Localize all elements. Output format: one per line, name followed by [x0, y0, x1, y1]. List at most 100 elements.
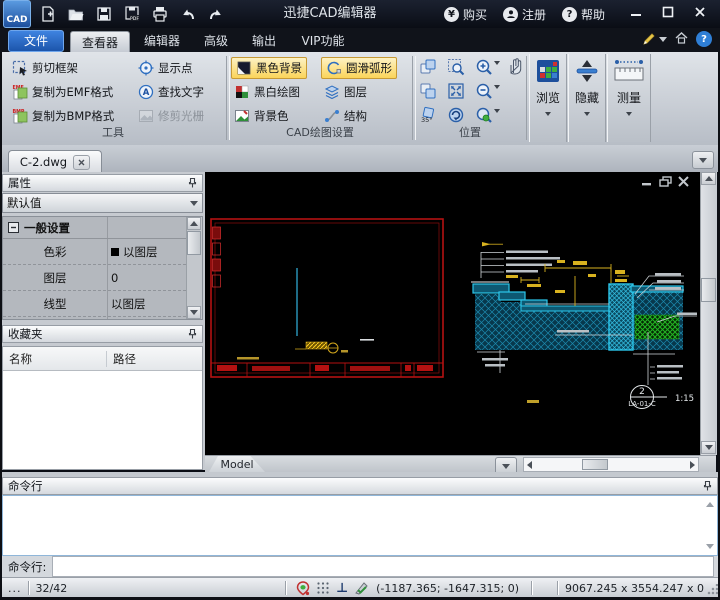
copy-bmp-button[interactable]: BMP 复制为BMP格式 [12, 106, 114, 126]
fit-to-screen-icon[interactable] [447, 82, 465, 100]
layers-button[interactable]: 图层 [324, 82, 367, 102]
structure-button[interactable]: 结构 [324, 106, 367, 126]
tree-section-row[interactable]: 一般设置 [3, 217, 191, 239]
copy-view-icon[interactable] [419, 58, 437, 76]
show-points-button[interactable]: 显示点 [138, 58, 193, 78]
zoom-out-icon[interactable] [475, 82, 493, 100]
browse-button[interactable]: 浏览 [529, 54, 567, 142]
zoom-extents-dropdown[interactable] [494, 113, 500, 127]
scroll-right-button[interactable] [690, 461, 695, 469]
doc-close-button[interactable] [677, 176, 690, 187]
close-tab-icon[interactable] [73, 155, 90, 170]
quick-edit-icon[interactable] [641, 31, 667, 47]
scroll-down-button[interactable] [187, 306, 201, 319]
open-file-icon[interactable] [64, 3, 88, 25]
previous-view-icon[interactable] [447, 106, 465, 124]
file-menu-button[interactable]: 文件 [8, 30, 64, 52]
cut-frame-button[interactable]: 剪切框架 [12, 58, 78, 78]
smooth-arc-toggle[interactable]: 圆滑弧形 [321, 57, 397, 79]
tab-viewer[interactable]: 查看器 [70, 31, 130, 53]
help-button[interactable]: ? 帮助 [562, 6, 605, 23]
commandline-prompt-row: 命令行: [2, 556, 718, 577]
document-tab[interactable]: C-2.dwg [8, 150, 102, 173]
scroll-down-button[interactable] [706, 544, 714, 549]
tab-output[interactable]: 输出 [244, 30, 284, 52]
tab-advanced[interactable]: 高级 [196, 30, 236, 52]
scroll-up-button[interactable] [701, 172, 716, 185]
undo-icon[interactable] [176, 3, 200, 25]
pin-icon[interactable] [188, 329, 197, 339]
zoom-window-icon[interactable] [447, 58, 465, 76]
copy-emf-button[interactable]: EMF 复制为EMF格式 [12, 82, 113, 102]
user-icon [503, 7, 518, 22]
zoom-in-icon[interactable] [475, 58, 493, 76]
property-row-layer[interactable]: 图层 0 [3, 265, 186, 291]
buy-button[interactable]: ¥ 购买 [444, 6, 487, 23]
sheet-counter: 32/42 [36, 582, 68, 595]
scroll-up-button[interactable] [187, 217, 201, 230]
preset-select[interactable]: 默认值 [2, 193, 203, 213]
paste-view-icon[interactable] [419, 82, 437, 100]
save-as-pdf-icon[interactable]: PDF [120, 3, 144, 25]
zoom-in-dropdown[interactable] [494, 65, 500, 79]
pan-icon[interactable] [506, 57, 524, 75]
register-button[interactable]: 注册 [503, 6, 546, 23]
scroll-down-button[interactable] [701, 441, 716, 454]
more-button[interactable]: ... [8, 582, 22, 595]
collapse-icon[interactable] [8, 222, 19, 233]
measure-dropdown[interactable] [626, 112, 632, 116]
scroll-thumb[interactable] [582, 459, 608, 470]
black-bg-toggle[interactable]: 黑色背景 [231, 57, 307, 79]
command-input[interactable] [52, 556, 714, 577]
home-icon[interactable] [675, 32, 688, 47]
tab-vip[interactable]: VIP功能 [292, 30, 354, 52]
pin-icon[interactable] [188, 178, 197, 188]
doc-restore-button[interactable] [659, 176, 672, 187]
drawing-extents: 9067.245 x 3554.247 x 0 [565, 582, 704, 595]
redo-icon[interactable] [204, 3, 228, 25]
model-tab[interactable]: Model [209, 456, 265, 472]
app-logo-icon[interactable]: CAD [3, 0, 31, 28]
favorites-list[interactable]: 名称 路径 [2, 346, 203, 470]
measure-button[interactable]: 测量 [607, 54, 651, 142]
new-file-icon[interactable] [36, 3, 60, 25]
ortho-icon[interactable]: ⊥ [336, 581, 348, 596]
browse-dropdown[interactable] [545, 112, 551, 116]
save-icon[interactable] [92, 3, 116, 25]
tab-editor[interactable]: 编辑器 [136, 30, 188, 52]
find-text-button[interactable]: A 查找文字 [138, 82, 204, 102]
pin-icon[interactable] [703, 481, 712, 491]
tree-scrollbar[interactable] [186, 217, 202, 319]
property-row-color[interactable]: 色彩 以图层 [3, 239, 186, 265]
scroll-thumb[interactable] [187, 231, 201, 255]
zoom-out-dropdown[interactable] [494, 89, 500, 103]
column-path[interactable]: 路径 [107, 351, 136, 367]
color-swatch[interactable] [111, 248, 119, 256]
viewport-hscrollbar[interactable] [523, 457, 699, 472]
viewport-vscrollbar[interactable] [700, 172, 717, 455]
scroll-up-button[interactable] [706, 502, 714, 507]
zoom-extents-icon[interactable] [475, 106, 493, 124]
resize-grip[interactable] [706, 584, 718, 596]
property-row-linetype[interactable]: 线型 以图层 [3, 291, 186, 317]
tab-list-dropdown[interactable] [692, 151, 714, 169]
osnap-marker-icon[interactable] [296, 581, 310, 596]
cad-canvas[interactable]: 2 LA-01-C 1:15 [205, 172, 700, 455]
hide-button[interactable]: 隐藏 [568, 54, 606, 142]
snap-mode-icon[interactable] [354, 581, 369, 595]
commandline-history[interactable] [2, 495, 718, 556]
hide-dropdown[interactable] [584, 112, 590, 116]
maximize-button[interactable] [655, 2, 681, 22]
close-button[interactable] [687, 2, 713, 22]
bw-draw-button[interactable]: 黑白绘图 [234, 82, 300, 102]
rotate-35-icon[interactable]: 35° [419, 106, 437, 124]
doc-minimize-button[interactable] [641, 176, 654, 187]
print-icon[interactable] [148, 3, 172, 25]
ribbon-help-icon[interactable]: ? [696, 31, 712, 47]
column-name[interactable]: 名称 [3, 351, 107, 367]
bg-color-button[interactable]: 背景色 [234, 106, 289, 126]
minimize-button[interactable] [623, 2, 649, 22]
scroll-thumb[interactable] [701, 278, 716, 302]
scroll-left-button[interactable] [527, 461, 532, 469]
grid-snap-icon[interactable] [316, 581, 330, 595]
